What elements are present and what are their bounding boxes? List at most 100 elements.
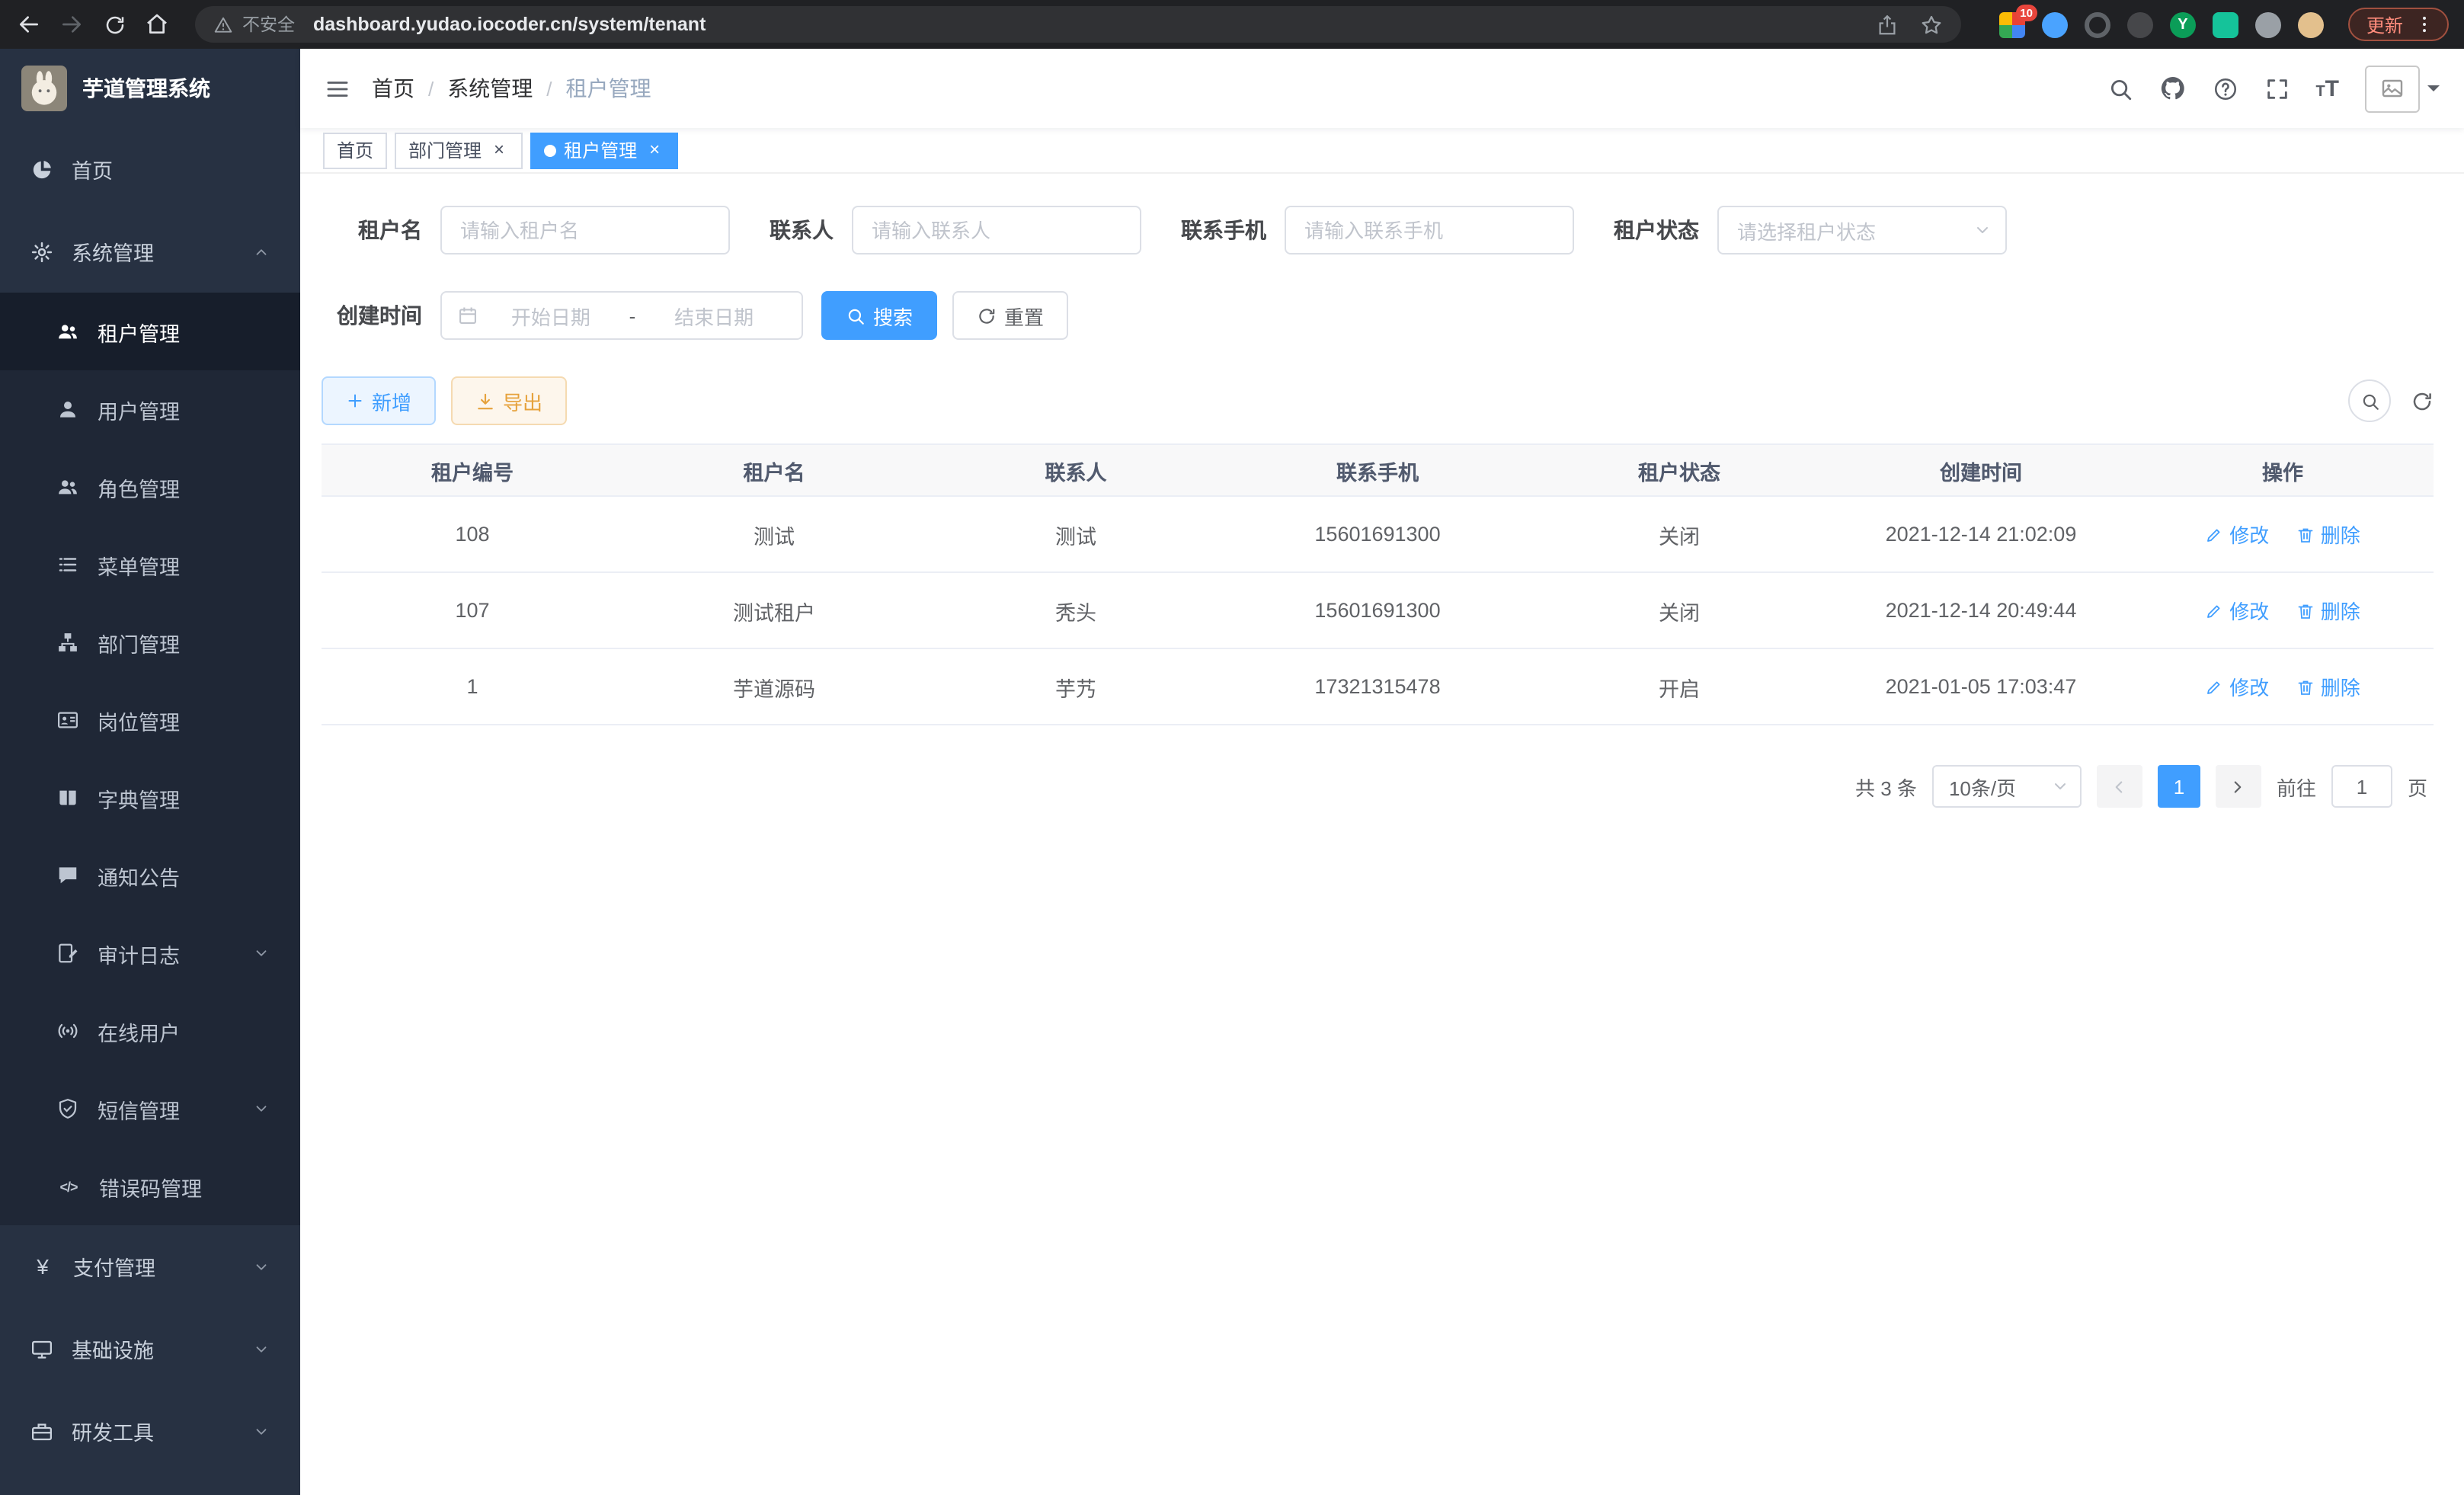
sidebar-item-role[interactable]: 角色管理	[0, 448, 300, 526]
chevron-down-icon	[1973, 221, 1992, 239]
avatar	[2365, 65, 2420, 112]
breadcrumb-home[interactable]: 首页	[372, 73, 414, 104]
edit-link[interactable]: 修改	[2205, 596, 2269, 625]
sidebar-item-label: 岗位管理	[98, 705, 180, 735]
link-label: 删除	[2321, 672, 2360, 701]
shield-check-icon	[56, 1097, 79, 1120]
extension-badge: 10	[2015, 4, 2037, 21]
delete-link[interactable]: 删除	[2296, 596, 2360, 625]
sidebar-group-payment[interactable]: ¥ 支付管理	[0, 1225, 300, 1308]
users-icon	[56, 475, 79, 498]
refresh-table-button[interactable]	[2411, 389, 2434, 412]
status-select[interactable]: 请选择租户状态	[1717, 206, 2007, 255]
browser-home-button[interactable]	[137, 5, 177, 44]
sidebar-item-menu[interactable]: 菜单管理	[0, 526, 300, 603]
sidebar-item-tenant[interactable]: 租户管理	[0, 293, 300, 370]
browser-chrome: 不安全 dashboard.yudao.iocoder.cn/system/te…	[0, 0, 2464, 49]
search-button[interactable]: 搜索	[821, 291, 937, 340]
extension-icon-ring[interactable]	[2085, 11, 2110, 37]
field-label: 创建时间	[322, 300, 422, 331]
share-icon[interactable]	[1876, 13, 1899, 36]
tenant-name-input[interactable]	[440, 206, 730, 255]
breadcrumb-system[interactable]: 系统管理	[447, 73, 533, 104]
user-avatar-menu[interactable]	[2365, 65, 2440, 112]
edit-link[interactable]: 修改	[2205, 520, 2269, 549]
extension-icon-green-square[interactable]	[2213, 11, 2238, 37]
browser-forward-button[interactable]	[52, 5, 91, 44]
search-icon	[2360, 391, 2379, 411]
sidebar-item-online-user[interactable]: 在线用户	[0, 992, 300, 1070]
chevron-down-icon	[253, 1340, 270, 1357]
cell-status: 关闭	[1528, 572, 1830, 648]
yen-icon: ¥	[30, 1254, 55, 1279]
fullscreen-icon[interactable]	[2264, 75, 2290, 101]
cell-status: 开启	[1528, 648, 1830, 725]
page-size-select[interactable]: 10条/页	[1932, 765, 2082, 808]
update-label: 更新	[2366, 11, 2403, 37]
sidebar-item-user[interactable]: 用户管理	[0, 370, 300, 448]
prev-page-button[interactable]	[2097, 765, 2142, 808]
delete-link[interactable]: 删除	[2296, 672, 2360, 701]
sidebar-item-dept[interactable]: 部门管理	[0, 603, 300, 681]
browser-update-button[interactable]: 更新	[2348, 8, 2449, 41]
sidebar-group-sms[interactable]: 短信管理	[0, 1070, 300, 1148]
sidebar-toggle-button[interactable]	[325, 75, 350, 101]
bookmark-star-icon[interactable]	[1920, 13, 1943, 36]
github-icon[interactable]	[2158, 75, 2186, 102]
sidebar-item-error-code[interactable]: </> 错误码管理	[0, 1148, 300, 1225]
not-secure-icon	[213, 14, 233, 34]
sidebar-item-post[interactable]: 岗位管理	[0, 681, 300, 759]
link-label: 删除	[2321, 596, 2360, 625]
table-header-row: 租户编号 租户名 联系人 联系手机 租户状态 创建时间 操作	[322, 444, 2434, 496]
next-page-button[interactable]	[2216, 765, 2261, 808]
extension-icon-collage[interactable]: 10	[1999, 11, 2025, 37]
goto-unit-label: 页	[2408, 772, 2427, 801]
browser-back-button[interactable]	[9, 5, 49, 44]
tab-tenant[interactable]: 租户管理 ×	[530, 132, 678, 168]
goto-page-input[interactable]	[2331, 765, 2392, 808]
reset-button[interactable]: 重置	[952, 291, 1068, 340]
extension-icon-green-circle[interactable]: Y	[2170, 11, 2196, 37]
sidebar-group-dev-tools[interactable]: 研发工具	[0, 1390, 300, 1472]
cell-actions: 修改 删除	[2132, 496, 2434, 572]
delete-link[interactable]: 删除	[2296, 520, 2360, 549]
contact-input[interactable]	[852, 206, 1141, 255]
chevron-down-icon	[253, 1100, 270, 1117]
profile-avatar-icon[interactable]	[2298, 11, 2324, 37]
sidebar-item-dict[interactable]: 字典管理	[0, 759, 300, 837]
trash-icon	[2296, 525, 2315, 543]
font-size-icon[interactable]: TT	[2315, 77, 2339, 100]
tab-home[interactable]: 首页	[323, 132, 387, 168]
column-header: 租户编号	[322, 444, 623, 496]
address-bar[interactable]: 不安全 dashboard.yudao.iocoder.cn/system/te…	[195, 6, 1961, 43]
tab-dept[interactable]: 部门管理 ×	[395, 132, 523, 168]
date-separator: -	[623, 304, 642, 327]
date-range-picker[interactable]: 开始日期 - 结束日期	[440, 291, 803, 340]
header-search-icon[interactable]	[2107, 75, 2133, 101]
page-1-button[interactable]: 1	[2158, 765, 2200, 808]
pencil-icon	[2205, 525, 2223, 543]
close-icon[interactable]: ×	[645, 140, 664, 160]
sidebar-group-system[interactable]: 系统管理	[0, 210, 300, 293]
refresh-icon	[2411, 389, 2434, 412]
sidebar-group-audit-log[interactable]: 审计日志	[0, 914, 300, 992]
help-icon[interactable]	[2212, 75, 2238, 101]
mobile-input[interactable]	[1285, 206, 1574, 255]
filter-status: 租户状态 请选择租户状态	[1614, 206, 2007, 255]
browser-reload-button[interactable]	[94, 5, 134, 44]
extension-icon-blue[interactable]	[2042, 11, 2068, 37]
sidebar-item-home[interactable]: 首页	[0, 128, 300, 210]
edit-link[interactable]: 修改	[2205, 672, 2269, 701]
add-button[interactable]: 新增	[322, 376, 436, 425]
toggle-search-button[interactable]	[2348, 379, 2391, 422]
browser-menu-icon[interactable]	[2414, 14, 2435, 35]
cell-mobile: 15601691300	[1227, 572, 1528, 648]
close-icon[interactable]: ×	[489, 140, 509, 160]
extension-icon-dark[interactable]	[2127, 11, 2153, 37]
sidebar-item-notice[interactable]: 通知公告	[0, 837, 300, 914]
sidebar-group-infra[interactable]: 基础设施	[0, 1308, 300, 1390]
table-row: 107 测试租户 秃头 15601691300 关闭 2021-12-14 20…	[322, 572, 2434, 648]
download-icon	[475, 391, 495, 411]
extension-icon-gray[interactable]	[2255, 11, 2281, 37]
export-button[interactable]: 导出	[451, 376, 567, 425]
